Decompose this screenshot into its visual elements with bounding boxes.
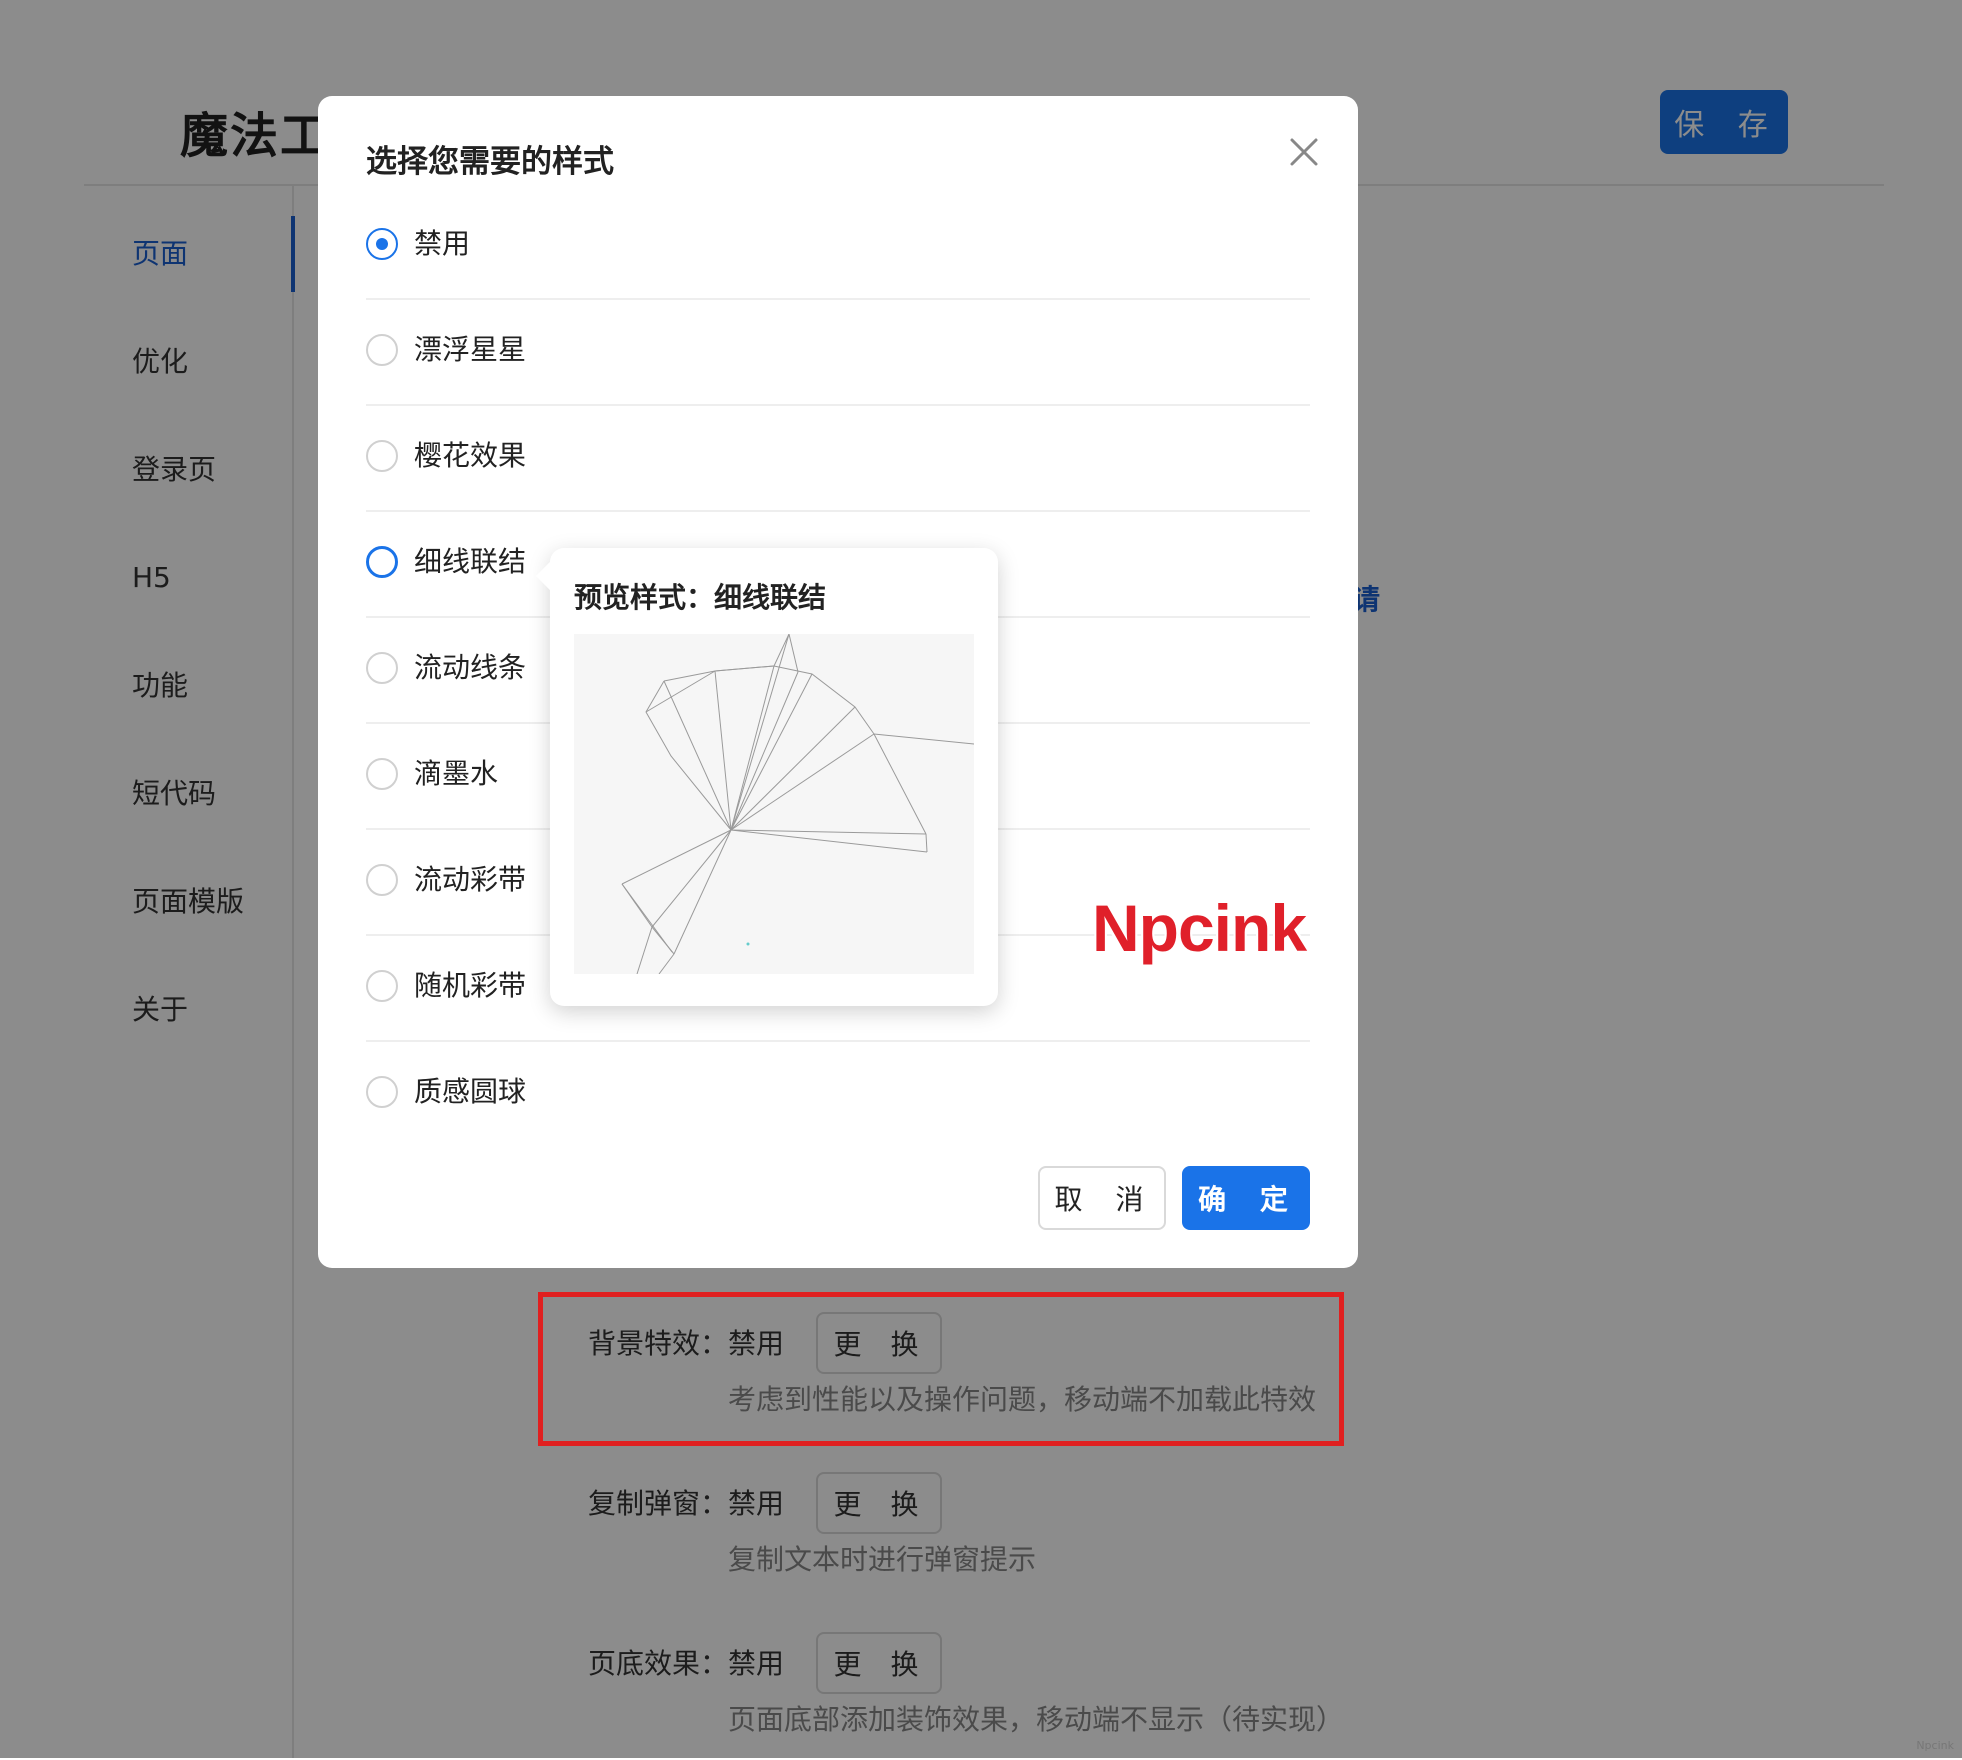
- radio-button[interactable]: [366, 864, 398, 896]
- radio-button[interactable]: [366, 1076, 398, 1108]
- option-floating-stars[interactable]: 漂浮星星: [366, 300, 1310, 406]
- option-label: 漂浮星星: [414, 332, 526, 368]
- corner-watermark: Npcink: [1916, 1739, 1954, 1752]
- option-disabled[interactable]: 禁用: [366, 194, 1310, 300]
- option-label: 质感圆球: [414, 1074, 526, 1110]
- option-label: 流动彩带: [414, 862, 526, 898]
- option-label: 随机彩带: [414, 968, 526, 1004]
- watermark-text: Npcink: [1092, 890, 1306, 966]
- radio-button[interactable]: [366, 440, 398, 472]
- radio-button[interactable]: [366, 228, 398, 260]
- option-label: 樱花效果: [414, 438, 526, 474]
- option-label: 禁用: [414, 226, 470, 262]
- preview-image: [574, 634, 974, 974]
- radio-button[interactable]: [366, 970, 398, 1002]
- option-sakura[interactable]: 樱花效果: [366, 406, 1310, 512]
- cancel-button[interactable]: 取 消: [1038, 1166, 1166, 1230]
- radio-button[interactable]: [366, 334, 398, 366]
- annotation-highlight-box: [538, 1292, 1344, 1446]
- preview-popover: 预览样式：细线联结: [550, 548, 998, 1006]
- option-label: 细线联结: [414, 544, 526, 580]
- option-textured-balls[interactable]: 质感圆球: [366, 1042, 1310, 1148]
- option-label: 流动线条: [414, 650, 526, 686]
- radio-button[interactable]: [366, 546, 398, 578]
- close-icon[interactable]: [1286, 134, 1322, 170]
- radio-button[interactable]: [366, 758, 398, 790]
- radio-button[interactable]: [366, 652, 398, 684]
- confirm-button[interactable]: 确 定: [1182, 1166, 1310, 1230]
- modal-title: 选择您需要的样式: [366, 136, 614, 181]
- option-label: 滴墨水: [414, 756, 498, 792]
- preview-title: 预览样式：细线联结: [574, 576, 826, 616]
